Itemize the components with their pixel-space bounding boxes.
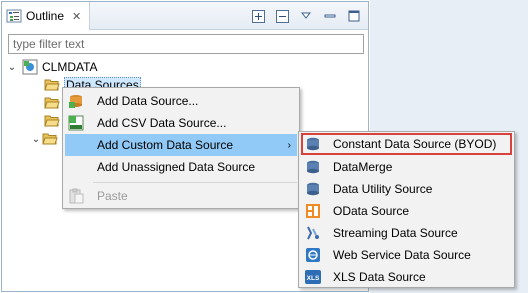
- menu-item-paste[interactable]: Paste: [65, 185, 297, 207]
- add-data-source-icon: [69, 95, 82, 108]
- filter-input[interactable]: [8, 34, 364, 54]
- tree-node-root[interactable]: ⌄ CLMDATA: [6, 58, 98, 76]
- xls-icon: XLS: [305, 270, 321, 284]
- submenu-item-label: Data Utility Source: [333, 182, 433, 196]
- close-icon[interactable]: ✕: [72, 10, 81, 23]
- tab-outline[interactable]: Outline ✕: [2, 2, 90, 30]
- view-menu-button[interactable]: [298, 8, 314, 24]
- maximize-button[interactable]: [346, 8, 362, 24]
- menu-item-add-csv-data-source[interactable]: Add CSV Data Source...: [65, 112, 297, 134]
- web-service-icon: [306, 248, 320, 262]
- minimize-button[interactable]: [322, 8, 338, 24]
- submenu-arrow-icon: ›: [287, 139, 291, 151]
- folder-open-icon: [44, 115, 60, 127]
- expand-all-button[interactable]: [250, 8, 266, 24]
- submenu-item-odata-source[interactable]: OData Source: [301, 200, 512, 222]
- view-tab-bar: Outline ✕: [2, 2, 368, 30]
- odata-icon: [306, 204, 320, 218]
- folder-open-icon: [42, 133, 58, 145]
- submenu-item-label: Streaming Data Source: [333, 226, 458, 240]
- database-icon: [307, 137, 319, 151]
- database-icon: [307, 182, 319, 196]
- project-icon: [22, 59, 38, 75]
- submenu-item-label: OData Source: [333, 204, 410, 218]
- streaming-icon: [307, 226, 319, 240]
- tree-root-label: CLMDATA: [42, 60, 98, 74]
- menu-item-label: Add CSV Data Source...: [97, 116, 227, 130]
- view-toolbar: [250, 8, 362, 24]
- tree-node-folder[interactable]: [44, 112, 60, 130]
- menu-item-label: Add Custom Data Source: [97, 138, 234, 152]
- custom-data-source-submenu: Constant Data Source (BYOD) DataMerge Da…: [298, 131, 515, 288]
- expand-all-icon: [251, 9, 265, 23]
- menu-item-label: Paste: [97, 189, 128, 203]
- xls-icon-text: XLS: [307, 275, 320, 282]
- menu-item-label: Add Data Source...: [97, 94, 199, 108]
- menu-separator: [93, 182, 297, 183]
- submenu-item-datamerge[interactable]: DataMerge: [301, 156, 512, 178]
- collapse-all-icon: [275, 9, 289, 23]
- submenu-item-streaming-data-source[interactable]: Streaming Data Source: [301, 222, 512, 244]
- minimize-icon: [324, 14, 336, 18]
- menu-item-label: Add Unassigned Data Source: [97, 160, 256, 174]
- tree-node-folder[interactable]: ⌄: [30, 130, 58, 148]
- csv-icon: [68, 115, 84, 131]
- menu-item-add-data-source[interactable]: Add Data Source...: [65, 90, 297, 112]
- submenu-item-label: Web Service Data Source: [333, 248, 471, 262]
- view-menu-icon: [301, 12, 311, 19]
- menu-item-add-custom-data-source[interactable]: Add Custom Data Source ›: [65, 134, 297, 156]
- chevron-down-icon[interactable]: ⌄: [30, 134, 42, 145]
- outline-icon: [6, 9, 22, 23]
- submenu-item-web-service-data-source[interactable]: Web Service Data Source: [301, 244, 512, 266]
- tree-node-folder[interactable]: [44, 94, 60, 112]
- submenu-item-data-utility-source[interactable]: Data Utility Source: [301, 178, 512, 200]
- paste-icon: [69, 188, 84, 204]
- collapse-all-button[interactable]: [274, 8, 290, 24]
- maximize-icon: [348, 10, 360, 22]
- submenu-item-label: DataMerge: [333, 160, 393, 174]
- menu-item-add-unassigned-data-source[interactable]: Add Unassigned Data Source: [65, 156, 297, 178]
- folder-open-icon: [44, 97, 60, 109]
- tab-title: Outline: [26, 9, 65, 23]
- submenu-item-label: Constant Data Source (BYOD): [333, 137, 497, 151]
- chevron-down-icon[interactable]: ⌄: [6, 62, 18, 73]
- database-icon: [307, 160, 319, 174]
- submenu-item-label: XLS Data Source: [333, 270, 426, 284]
- context-menu: Add Data Source... Add CSV Data Source..…: [62, 87, 300, 209]
- submenu-item-xls-data-source[interactable]: XLS XLS Data Source: [301, 266, 512, 288]
- submenu-item-constant-data-source[interactable]: Constant Data Source (BYOD): [301, 133, 512, 155]
- folder-open-icon: [44, 79, 60, 91]
